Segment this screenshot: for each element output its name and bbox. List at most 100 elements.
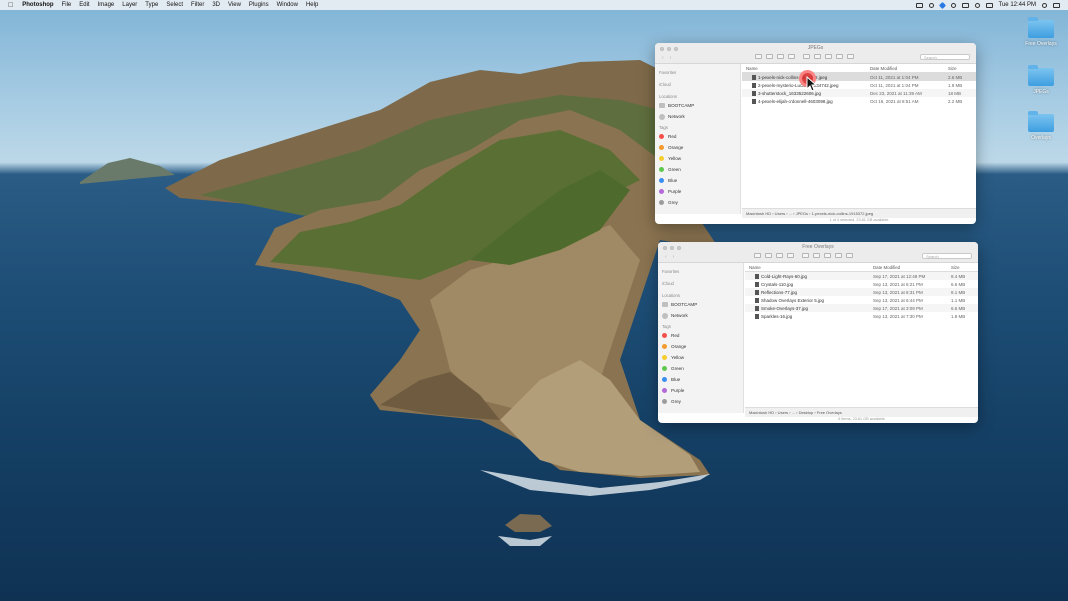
menu-filter[interactable]: Filter	[191, 2, 204, 8]
screen-record-icon[interactable]	[915, 2, 923, 8]
sidebar-item-label: Yellow	[671, 355, 685, 360]
time-machine-icon[interactable]	[950, 2, 956, 8]
sidebar-item-bootcamp[interactable]: BOOTCAMP	[659, 100, 740, 111]
sidebar-tag-red[interactable]: Red	[662, 330, 743, 341]
gear-icon[interactable]	[813, 253, 820, 258]
icon-view-button[interactable]	[755, 54, 762, 59]
search-input[interactable]: Search	[922, 253, 972, 259]
column-header-size[interactable]: Size	[951, 265, 971, 270]
image-file-icon	[755, 281, 759, 287]
back-arrow-icon[interactable]: ‹	[665, 254, 667, 260]
sidebar-tag-green[interactable]: Green	[662, 363, 743, 374]
icon-view-button[interactable]	[754, 253, 761, 258]
menu-layer[interactable]: Layer	[122, 2, 137, 8]
back-arrow-icon[interactable]: ‹	[662, 55, 664, 61]
finder-window-free-overlays[interactable]: Free Overlays ‹ › Search Favorites iClou…	[658, 242, 978, 423]
share-button[interactable]	[825, 54, 832, 59]
bluetooth-icon[interactable]	[961, 2, 969, 8]
sidebar-tag-blue[interactable]: Blue	[662, 374, 743, 385]
group-by-button[interactable]	[803, 54, 810, 59]
file-row[interactable]: 1-pexels-nick-collins-1915372.jpeg Oct 11…	[742, 73, 976, 81]
forward-arrow-icon[interactable]: ›	[673, 254, 675, 260]
column-header-size[interactable]: Size	[948, 66, 968, 71]
menu-file[interactable]: File	[62, 2, 72, 8]
menu-select[interactable]: Select	[166, 2, 183, 8]
column-header-date[interactable]: Date Modified	[870, 66, 948, 71]
battery-icon[interactable]	[985, 2, 993, 8]
column-header-date[interactable]: Date Modified	[873, 265, 951, 270]
sidebar-section-icloud: iCloud	[659, 82, 671, 87]
column-header-name[interactable]: Name	[745, 265, 873, 270]
action-buttons	[803, 54, 854, 59]
spotlight-search-icon[interactable]	[1042, 2, 1047, 8]
sidebar-tag-yellow[interactable]: Yellow	[662, 352, 743, 363]
desktop-folder-free-overlays[interactable]: Free Overlays	[1016, 17, 1066, 47]
column-view-button[interactable]	[776, 253, 783, 258]
file-row[interactable]: 2-pexels-mysterio-Lucario-1034742.jpeg Oc…	[742, 81, 976, 89]
file-list: Name Date Modified Size 1-pexels-nick-co…	[742, 64, 976, 214]
control-center-icon[interactable]	[1053, 2, 1060, 8]
sidebar-tag-orange[interactable]: Orange	[662, 341, 743, 352]
finder-window-jpegs[interactable]: JPEGs ‹ › Search Favorites iCloud Locati…	[655, 43, 976, 224]
file-row[interactable]: Crystals-110.jpg Sep 13, 2021 at 6:21 PM 6…	[745, 280, 978, 288]
tag-button[interactable]	[836, 54, 843, 59]
sidebar-tag-blue[interactable]: Blue	[659, 175, 740, 186]
file-row[interactable]: Smoke-Overlays-37.jpg Sep 17, 2021 at 3:0…	[745, 304, 978, 312]
creative-cloud-icon[interactable]	[928, 2, 934, 8]
tag-button[interactable]	[835, 253, 842, 258]
file-date: Oct 11, 2021 at 1:04 PM	[870, 74, 919, 80]
image-file-icon	[755, 313, 759, 319]
file-row[interactable]: Cold-Light-Rays-60.jpg Sep 17, 2021 at 12…	[745, 272, 978, 280]
sidebar-tag-grey[interactable]: Grey	[662, 396, 743, 407]
dropbox-toolbar-button[interactable]	[846, 253, 853, 258]
menu-type[interactable]: Type	[145, 2, 158, 8]
menu-window[interactable]: Window	[277, 2, 298, 8]
file-row[interactable]: 4-pexels-elijah-o'donnell-4603098.jpg Oct…	[742, 97, 976, 105]
sidebar-tag-orange[interactable]: Orange	[659, 142, 740, 153]
file-size: 2.6 MB	[948, 74, 963, 80]
column-view-button[interactable]	[777, 54, 784, 59]
file-row[interactable]: Shadow Overlays Exterior 5.jpg Sep 13, 20…	[745, 296, 978, 304]
menu-app-name[interactable]: Photoshop	[22, 2, 53, 8]
sidebar-tag-yellow[interactable]: Yellow	[659, 153, 740, 164]
menu-help[interactable]: Help	[306, 2, 318, 8]
desktop-folder-jpegs[interactable]: JPEGs	[1016, 65, 1066, 95]
menu-view[interactable]: View	[228, 2, 241, 8]
file-row[interactable]: Sparkles-16.jpg Sep 13, 2021 at 7:30 PM 1.…	[745, 312, 978, 320]
path-bar[interactable]: Macintosh HD › Users › ... › Desktop › F…	[745, 407, 978, 417]
gear-icon[interactable]	[814, 54, 821, 59]
search-input[interactable]: Search	[920, 54, 970, 60]
share-button[interactable]	[824, 253, 831, 258]
file-row[interactable]: 3-shutterstock_1633522606.jpg Dec 23, 202…	[742, 89, 976, 97]
window-title: JPEGs	[807, 45, 824, 51]
menu-edit[interactable]: Edit	[79, 2, 89, 8]
menu-3d[interactable]: 3D	[212, 2, 220, 8]
forward-arrow-icon[interactable]: ›	[670, 55, 672, 61]
apple-icon[interactable]: 	[8, 2, 13, 9]
desktop-folder-overlays[interactable]: Overlays	[1016, 111, 1066, 141]
dropbox-toolbar-button[interactable]	[847, 54, 854, 59]
gallery-view-button[interactable]	[788, 54, 795, 59]
wifi-icon[interactable]	[974, 2, 980, 8]
finder-sidebar: Favorites iCloud Locations BOOTCAMP Netw…	[655, 64, 741, 214]
file-name: Cold-Light-Rays-60.jpg	[761, 273, 808, 279]
file-row[interactable]: Reflections-77.jpg Sep 13, 2021 at 6:31 P…	[745, 288, 978, 296]
list-view-button[interactable]	[765, 253, 772, 258]
sidebar-tag-grey[interactable]: Grey	[659, 197, 740, 208]
sidebar-tag-purple[interactable]: Purple	[662, 385, 743, 396]
sidebar-item-bootcamp[interactable]: BOOTCAMP	[662, 299, 743, 310]
group-by-button[interactable]	[802, 253, 809, 258]
sidebar-tag-red[interactable]: Red	[659, 131, 740, 142]
path-bar[interactable]: Macintosh HD › Users › ... › JPEGs › 1-p…	[742, 208, 976, 218]
list-view-button[interactable]	[766, 54, 773, 59]
sidebar-tag-purple[interactable]: Purple	[659, 186, 740, 197]
gallery-view-button[interactable]	[787, 253, 794, 258]
dropbox-icon[interactable]	[938, 1, 946, 9]
tag-dot-icon	[659, 200, 664, 205]
sidebar-item-network[interactable]: Network	[659, 111, 740, 122]
menu-plugins[interactable]: Plugins	[249, 2, 269, 8]
sidebar-tag-green[interactable]: Green	[659, 164, 740, 175]
menu-image[interactable]: Image	[98, 2, 115, 8]
sidebar-item-network[interactable]: Network	[662, 310, 743, 321]
menu-clock[interactable]: Tue 12:44 PM	[999, 2, 1036, 8]
